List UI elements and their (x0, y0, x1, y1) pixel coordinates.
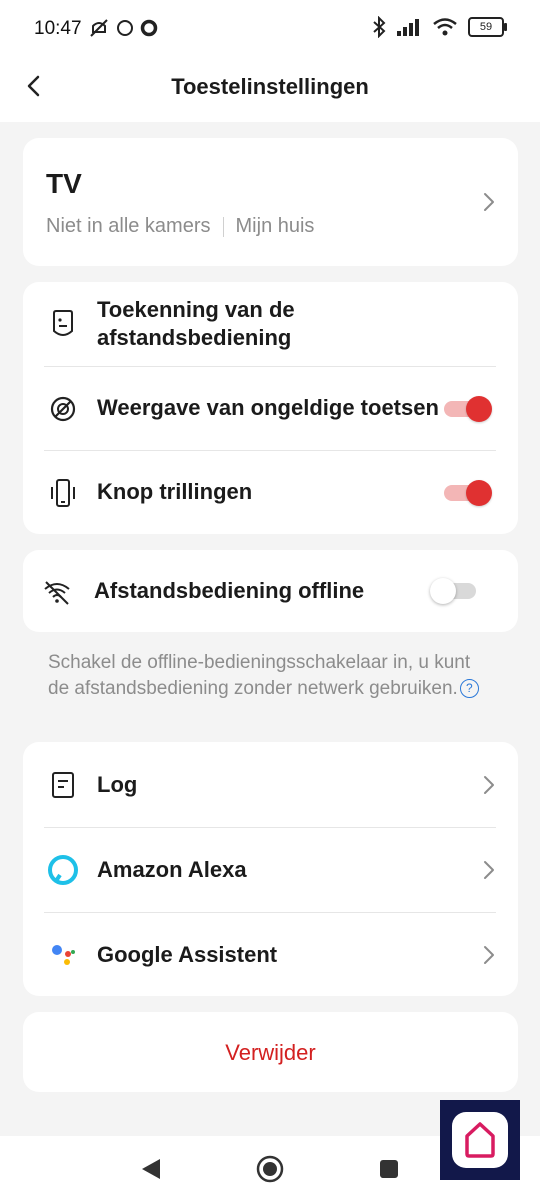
app-badge (440, 1100, 520, 1180)
chevron-right-icon (482, 773, 496, 797)
offline-card: Afstandsbediening offline (23, 550, 518, 632)
square-recents-icon (380, 1160, 398, 1178)
page-title: Toestelinstellingen (171, 74, 369, 99)
chevron-right-icon (482, 190, 496, 214)
toggle-knob (466, 480, 492, 506)
vibration-row: Knop trillingen (23, 451, 518, 534)
alexa-label: Amazon Alexa (97, 857, 247, 882)
remote-assignment-label: Toekenning van de afstandsbediening (97, 297, 295, 350)
bluetooth-icon (373, 16, 386, 38)
invalid-keys-label: Weergave van ongeldige toetsen (97, 395, 439, 420)
offline-toggle[interactable] (430, 578, 478, 604)
battery-level: 59 (479, 21, 493, 33)
wifi-off-icon (41, 576, 73, 608)
home-circle-icon (256, 1155, 284, 1183)
vibration-label: Knop trillingen (97, 479, 253, 504)
app-badge-inner (452, 1112, 508, 1168)
remote-assign-icon (47, 308, 79, 340)
invalid-keys-row: Weergave van ongeldige toetsen (23, 367, 518, 450)
wifi-icon (433, 18, 457, 36)
device-card[interactable]: TV Niet in alle kamers Mijn huis (23, 138, 518, 266)
offline-hint-text: Schakel de offline-bedieningsschakelaar … (48, 652, 471, 699)
remove-label: Verwijder (225, 1040, 316, 1065)
location-divider (222, 216, 224, 237)
chevron-right-icon (482, 858, 496, 882)
signal-icon (397, 19, 419, 36)
offline-label: Afstandsbediening offline (94, 578, 365, 603)
device-name: TV (46, 168, 82, 199)
status-time: 10:47 (34, 18, 82, 39)
device-home: Mijn huis (235, 215, 315, 237)
circle-icon (117, 20, 133, 36)
settings-card: Toekenning van de afstandsbediening Weer… (23, 282, 518, 534)
log-row[interactable]: Log (23, 742, 518, 827)
remote-assignment-row[interactable]: Toekenning van de afstandsbediening (23, 282, 518, 366)
toggle-knob (430, 578, 456, 604)
help-icon[interactable]: ? (459, 679, 479, 699)
google-assistant-icon (47, 939, 79, 971)
device-room: Niet in alle kamers (46, 215, 211, 237)
log-label: Log (97, 772, 138, 797)
log-icon (47, 769, 79, 801)
chevron-right-icon (482, 943, 496, 967)
google-row[interactable]: Google Assistent (23, 913, 518, 996)
device-location: Niet in alle kamers Mijn huis (46, 215, 314, 238)
mute-icon (90, 19, 108, 37)
status-icons-left (88, 17, 158, 39)
remove-button[interactable]: Verwijder (23, 1012, 518, 1092)
vibration-toggle[interactable] (444, 480, 492, 506)
offline-hint: Schakel de offline-bedieningsschakelaar … (48, 650, 488, 702)
battery-icon: 59 (468, 17, 507, 37)
nav-back-button[interactable] (136, 1154, 166, 1184)
nav-recents-button[interactable] (374, 1154, 404, 1184)
phone-vibrate-icon (47, 477, 79, 509)
alexa-row[interactable]: Amazon Alexa (23, 828, 518, 912)
toggle-knob (466, 396, 492, 422)
invalid-keys-toggle[interactable] (444, 396, 492, 422)
status-icons-right: 59 (372, 16, 507, 38)
nav-home-button[interactable] (255, 1154, 285, 1184)
home-logo-icon (465, 1122, 495, 1158)
google-label: Google Assistent (97, 942, 278, 967)
integrations-card: Log Amazon Alexa Google Assistent (23, 742, 518, 996)
alexa-icon (47, 854, 79, 886)
ring-icon (140, 19, 158, 37)
no-symbol-icon (47, 393, 79, 425)
header: Toestelinstellingen (0, 60, 540, 122)
triangle-back-icon (142, 1159, 160, 1179)
status-bar: 10:47 59 (0, 0, 540, 60)
